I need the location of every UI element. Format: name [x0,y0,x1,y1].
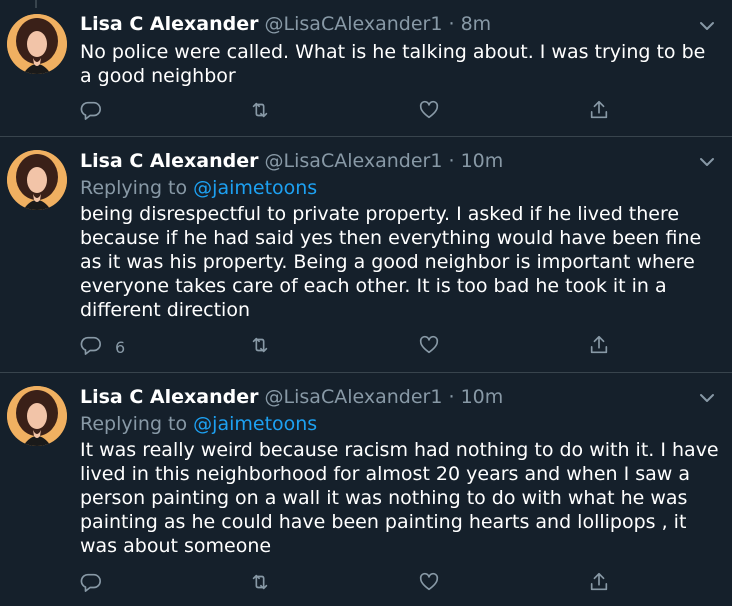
display-name[interactable]: Lisa C Alexander [80,386,259,408]
retweet-icon [249,334,271,360]
share-button[interactable] [588,334,610,360]
timestamp[interactable]: 10m [461,386,504,408]
avatar[interactable] [7,386,67,446]
timestamp[interactable]: 10m [461,150,504,172]
reply-icon [80,334,102,360]
user-handle[interactable]: @LisaCAlexander1 [265,386,443,408]
tweet-actions [80,571,640,597]
reply-count: 6 [115,337,126,357]
tweet-header: Lisa C Alexander @LisaCAlexander1 · 10m [80,385,503,409]
share-icon [588,571,610,597]
display-name[interactable]: Lisa C Alexander [80,150,259,172]
share-icon [588,99,610,125]
tweet-timeline: Lisa C Alexander @LisaCAlexander1 · 8m N… [0,0,732,606]
retweet-button[interactable] [249,334,271,360]
reply-icon [80,571,102,597]
retweet-button[interactable] [249,99,271,125]
tweet-actions: 6 [80,334,640,360]
retweet-icon [249,99,271,125]
like-button[interactable] [418,99,440,125]
like-button[interactable] [418,334,440,360]
separator-dot: · [448,386,455,408]
like-button[interactable] [418,571,440,597]
display-name[interactable]: Lisa C Alexander [80,13,259,35]
replying-to: Replying to @jaimetoons [80,412,317,436]
tweet[interactable]: Lisa C Alexander @LisaCAlexander1 · 8m N… [0,0,732,137]
user-handle[interactable]: @LisaCAlexander1 [265,13,443,35]
separator-dot: · [448,150,455,172]
reply-icon [80,99,102,125]
mention-link[interactable]: @jaimetoons [193,413,317,435]
replying-to: Replying to @jaimetoons [80,176,317,200]
replying-label: Replying to [80,413,188,435]
chevron-down-icon[interactable] [698,17,716,35]
heart-icon [418,334,440,360]
reply-button[interactable] [80,99,115,125]
retweet-icon [249,571,271,597]
mention-link[interactable]: @jaimetoons [193,177,317,199]
tweet-actions [80,99,640,125]
heart-icon [418,99,440,125]
tweet[interactable]: Lisa C Alexander @LisaCAlexander1 · 10m … [0,373,732,606]
reply-button[interactable]: 6 [80,334,125,360]
tweet-text: No police were called. What is he talkin… [80,41,706,87]
retweet-button[interactable] [249,571,271,597]
separator-dot: · [448,13,455,35]
share-icon [588,334,610,360]
share-button[interactable] [588,99,610,125]
avatar[interactable] [7,14,67,74]
tweet-header: Lisa C Alexander @LisaCAlexander1 · 10m [80,149,503,173]
tweet[interactable]: Lisa C Alexander @LisaCAlexander1 · 10m … [0,137,732,373]
heart-icon [418,571,440,597]
share-button[interactable] [588,571,610,597]
tweet-header: Lisa C Alexander @LisaCAlexander1 · 8m [80,12,491,36]
chevron-down-icon[interactable] [698,389,716,407]
user-handle[interactable]: @LisaCAlexander1 [265,150,443,172]
tweet-text: being disrespectful to private property.… [80,203,702,321]
tweet-text: It was really weird because racism had n… [80,439,719,557]
avatar[interactable] [7,150,67,210]
timestamp[interactable]: 8m [461,13,492,35]
reply-button[interactable] [80,571,115,597]
chevron-down-icon[interactable] [698,153,716,171]
replying-label: Replying to [80,177,188,199]
